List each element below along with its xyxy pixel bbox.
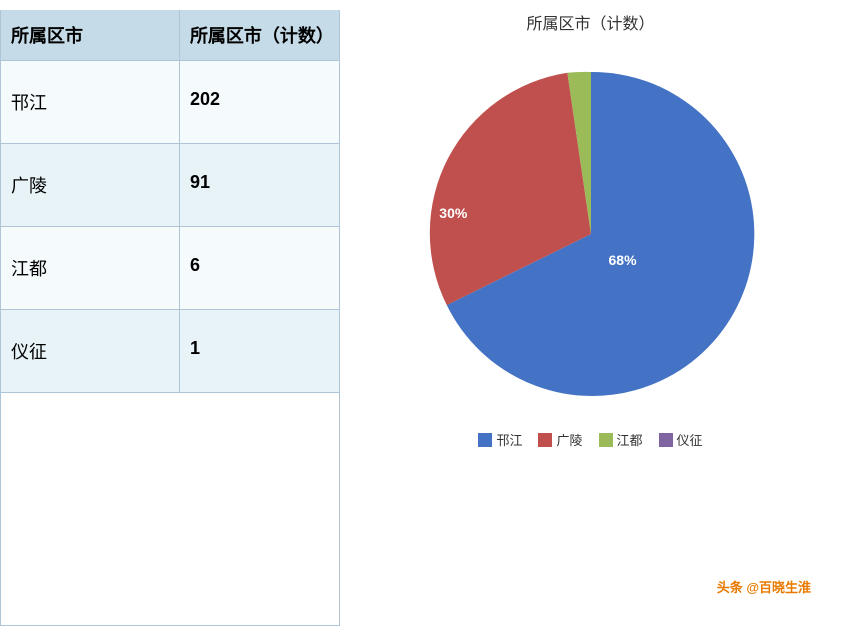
table-header: 所属区市 所属区市（计数） (1, 10, 339, 61)
legend-jiangdu: 江都 (599, 430, 643, 449)
table-row: 邗江 202 (1, 61, 339, 144)
table-row: 江都 6 (1, 227, 339, 310)
legend-hjiang: 邗江 (478, 430, 522, 449)
cell-count: 91 (180, 144, 339, 226)
legend-color-hjiang (478, 433, 492, 447)
table-row: 仪征 1 (1, 310, 339, 393)
legend-color-jiangdu (599, 433, 613, 447)
cell-name: 邗江 (1, 61, 180, 143)
cell-name: 江都 (1, 227, 180, 309)
chart-title: 所属区市（计数） (526, 10, 654, 34)
data-table: 所属区市 所属区市（计数） 邗江 202 广陵 91 江都 6 仪征 1 (0, 10, 340, 626)
chart-section: 所属区市（计数） 68% 30% 邗江 广陵 江都 (340, 0, 841, 626)
cell-name: 广陵 (1, 144, 180, 226)
legend-label-yizheng: 仪征 (677, 430, 703, 449)
table-row: 广陵 91 (1, 144, 339, 227)
cell-count: 1 (180, 310, 339, 392)
label-hjiang: 68% (609, 252, 637, 268)
cell-count: 6 (180, 227, 339, 309)
legend-label-guangling: 广陵 (556, 430, 582, 449)
legend-yizheng: 仪征 (659, 430, 703, 449)
legend-label-hjiang: 邗江 (496, 430, 522, 449)
cell-name: 仪征 (1, 310, 180, 392)
chart-legend: 邗江 广陵 江都 仪征 (478, 430, 702, 449)
legend-label-jiangdu: 江都 (617, 430, 643, 449)
pie-chart: 68% 30% (411, 54, 771, 414)
legend-color-guangling (538, 433, 552, 447)
label-guangling: 30% (439, 205, 467, 221)
legend-color-yizheng (659, 433, 673, 447)
header-name: 所属区市 (1, 10, 180, 60)
pie-svg (411, 54, 771, 414)
legend-guangling: 广陵 (538, 430, 582, 449)
cell-count: 202 (180, 61, 339, 143)
header-count: 所属区市（计数） (180, 10, 339, 60)
watermark: 头条 @百晓生淮 (717, 577, 811, 596)
